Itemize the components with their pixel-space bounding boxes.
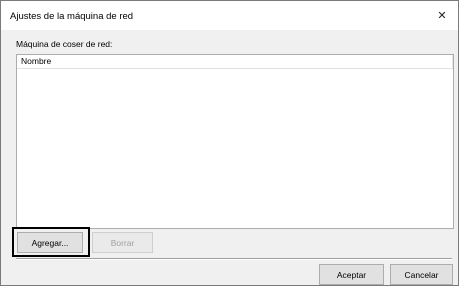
close-icon: ✕ (437, 9, 447, 22)
network-machine-settings-dialog: Ajustes de la máquina de red ✕ Máquina d… (0, 0, 459, 286)
ok-button[interactable]: Aceptar (319, 264, 384, 285)
add-button[interactable]: Agregar... (17, 232, 83, 253)
close-button[interactable]: ✕ (428, 3, 456, 27)
separator (16, 258, 452, 260)
title-bar: Ajustes de la máquina de red ✕ (1, 1, 458, 30)
column-header-name-label: Nombre (21, 56, 52, 66)
cancel-button[interactable]: Cancelar (390, 264, 453, 285)
column-header-name[interactable]: Nombre (17, 55, 453, 68)
dialog-title: Ajustes de la máquina de red (10, 11, 134, 22)
network-sewing-machine-label: Máquina de coser de red: (16, 39, 113, 49)
list-header: Nombre (17, 55, 453, 69)
machine-list[interactable]: Nombre (16, 54, 454, 229)
delete-button[interactable]: Borrar (92, 232, 153, 253)
